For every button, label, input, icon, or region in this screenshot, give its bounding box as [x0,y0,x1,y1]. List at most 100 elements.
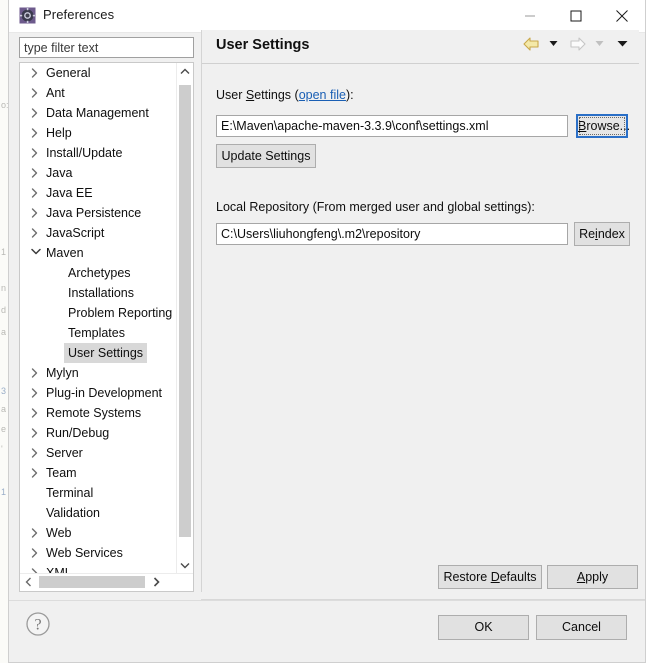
update-settings-button[interactable]: Update Settings [216,144,316,168]
background-text-fragment: e [1,424,7,434]
restore-defaults-button[interactable]: Restore Defaults [438,565,542,589]
tree-item-team[interactable]: Team [20,463,178,483]
tree-item-problem-reporting[interactable]: Problem Reporting [20,303,178,323]
panel-menu-chevron-down-icon[interactable] [616,36,629,56]
chevron-right-icon[interactable] [28,383,42,403]
tree-item-help[interactable]: Help [20,123,178,143]
tree-item-label: Remote Systems [46,406,142,420]
tree-item-maven[interactable]: Maven [20,243,178,263]
chevron-right-icon[interactable] [28,63,42,83]
background-text-fragment: ' [1,444,3,454]
background-text-fragment: a [1,404,7,414]
chevron-right-icon[interactable] [28,223,42,243]
local-repository-input[interactable] [216,223,568,245]
tree-item-label: Installations [68,286,135,300]
filter-input[interactable] [19,37,194,58]
chevron-right-icon[interactable] [28,403,42,423]
tree-item-label: User Settings [64,343,148,363]
maximize-button[interactable] [553,0,599,31]
back-history-chevron-down-icon[interactable] [548,36,559,56]
chevron-right-icon[interactable] [28,123,42,143]
chevron-right-icon[interactable] [28,363,42,383]
local-repository-label: Local Repository (From merged user and g… [216,200,535,214]
tree-item-install-update[interactable]: Install/Update [20,143,178,163]
tree-item-general[interactable]: General [20,63,178,83]
cancel-button[interactable]: Cancel [536,615,627,640]
tree-item-data-management[interactable]: Data Management [20,103,178,123]
tree-item-web-services[interactable]: Web Services [20,543,178,563]
back-arrow-icon[interactable] [522,36,540,56]
help-question-icon[interactable]: ? [24,610,52,638]
user-settings-label-suffix: ): [345,88,354,102]
chevron-right-icon[interactable] [28,83,42,103]
chevron-right-icon[interactable] [28,203,42,223]
svg-text:?: ? [34,617,41,634]
preferences-tree-panel: General Ant Data Management Help Install/Upd… [19,62,194,592]
ok-button[interactable]: OK [438,615,529,640]
tree-item-javascript[interactable]: JavaScript [20,223,178,243]
tree-item-java[interactable]: Java [20,163,178,183]
tree-item-remote-systems[interactable]: Remote Systems [20,403,178,423]
scroll-up-arrow-icon[interactable] [177,63,193,80]
tree-vscroll-thumb[interactable] [179,85,191,537]
chevron-right-icon[interactable] [28,443,42,463]
user-settings-label-rest: ettings ( [254,88,299,102]
tree-item-mylyn[interactable]: Mylyn [20,363,178,383]
reindex-button[interactable]: Reindex [574,222,630,246]
tree-item-server[interactable]: Server [20,443,178,463]
tree-item-templates[interactable]: Templates [20,323,178,343]
browse-button[interactable]: Browse... [576,114,630,138]
tree-item-terminal[interactable]: Terminal [20,483,178,503]
tree-item-user-settings[interactable]: User Settings [20,343,178,363]
chevron-right-icon[interactable] [28,183,42,203]
close-button[interactable] [599,0,645,31]
tree-horizontal-scrollbar[interactable] [20,573,193,591]
forward-history-chevron-down-icon [594,36,605,56]
user-settings-label-mnemonic: S [245,88,255,102]
tree-item-archetypes[interactable]: Archetypes [20,263,178,283]
settings-panel: User Settings User Settings (open file):… [201,30,639,592]
chevron-right-icon[interactable] [28,523,42,543]
background-text-fragment: d [1,305,7,315]
tree-item-label: Problem Reporting [68,306,173,320]
scroll-down-arrow-icon[interactable] [177,557,193,574]
user-settings-path-input[interactable] [216,115,568,137]
minimize-button[interactable] [507,0,553,31]
cancel-label: Cancel [562,620,601,634]
tree-item-label: Archetypes [68,266,131,280]
chevron-right-icon[interactable] [28,423,42,443]
apply-button[interactable]: Apply [547,565,638,589]
tree-item-web[interactable]: Web [20,523,178,543]
chevron-right-icon[interactable] [28,163,42,183]
tree-hscroll-thumb[interactable] [39,576,145,588]
tree-item-label: Mylyn [46,366,79,380]
tree-item-run-debug[interactable]: Run/Debug [20,423,178,443]
tree-item-java-persistence[interactable]: Java Persistence [20,203,178,223]
tree-item-label: Server [46,446,83,460]
preferences-gear-icon [19,7,36,24]
dialog-footer: ? OK Cancel [9,601,645,662]
tree-vertical-scrollbar[interactable] [176,63,193,574]
tree-item-label: Java Persistence [46,206,142,220]
update-settings-label: Update Settings [221,149,311,163]
chevron-right-icon[interactable] [28,103,42,123]
scroll-right-arrow-icon[interactable] [148,574,165,590]
chevron-right-icon[interactable] [28,143,42,163]
tree-item-ant[interactable]: Ant [20,83,178,103]
chevron-right-icon[interactable] [28,463,42,483]
tree-item-label: Run/Debug [46,426,110,440]
tree-item-plug-in-development[interactable]: Plug-in Development [20,383,178,403]
tree-item-label: General [46,66,91,80]
dialog-titlebar: Preferences [9,0,645,33]
preferences-tree[interactable]: General Ant Data Management Help Install/Upd… [20,63,178,574]
tree-item-validation[interactable]: Validation [20,503,178,523]
open-file-link[interactable]: open file [299,88,346,102]
chevron-right-icon[interactable] [28,543,42,563]
user-settings-label: User Settings (open file): [216,88,354,102]
tree-item-java-ee[interactable]: Java EE [20,183,178,203]
scroll-left-arrow-icon[interactable] [20,574,37,590]
tree-item-installations[interactable]: Installations [20,283,178,303]
tree-item-label: Web Services [46,546,123,560]
tree-item-label: Help [46,126,72,140]
chevron-down-icon[interactable] [28,243,42,263]
